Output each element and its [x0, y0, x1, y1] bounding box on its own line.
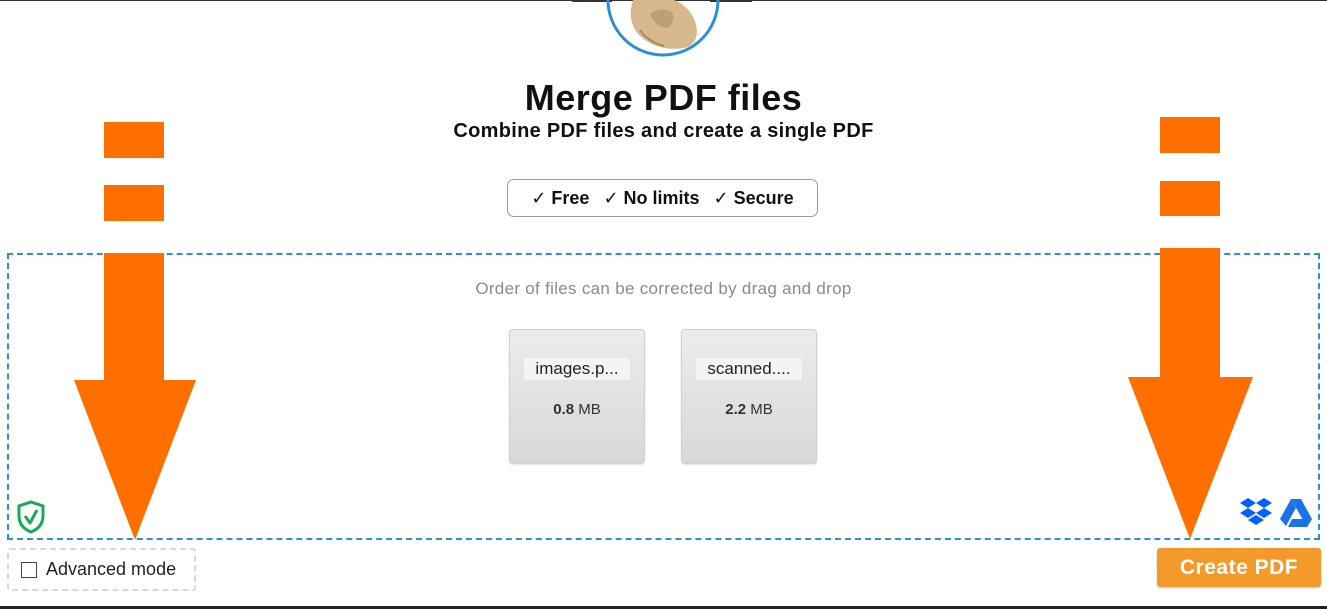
annotation-arrow-left	[74, 122, 196, 540]
page-title: Merge PDF files	[524, 77, 803, 118]
feature-no-limits: ✓ No limits	[603, 188, 699, 209]
check-icon: ✓	[713, 187, 729, 208]
create-pdf-button[interactable]: Create PDF	[1157, 548, 1321, 587]
advanced-mode-checkbox[interactable]	[21, 561, 37, 578]
feature-label: No limits	[623, 187, 700, 208]
feature-label: Free	[551, 187, 590, 208]
file-size-unit: MB	[578, 401, 601, 418]
feature-free: ✓ Free	[531, 188, 589, 209]
check-icon: ✓	[531, 187, 547, 208]
advanced-mode-label: Advanced mode	[46, 559, 177, 579]
file-size-unit: MB	[750, 401, 773, 418]
google-drive-icon[interactable]	[1279, 495, 1313, 529]
file-size: 0.8 MB	[510, 401, 644, 418]
file-card-scanned[interactable]: scanned.... 2.2 MB	[681, 329, 817, 464]
file-size-value: 0.8	[553, 401, 575, 418]
feature-label: Secure	[733, 187, 794, 208]
file-card-images[interactable]: images.p... 0.8 MB	[509, 329, 645, 464]
file-size-value: 2.2	[725, 401, 747, 418]
feature-secure: ✓ Secure	[714, 188, 794, 209]
file-name: scanned....	[696, 358, 802, 380]
file-size: 2.2 MB	[682, 401, 816, 418]
mascot-icon	[572, 0, 752, 57]
file-name: images.p...	[524, 358, 630, 380]
check-icon: ✓	[603, 187, 619, 208]
annotation-arrow-right	[1128, 117, 1253, 539]
shield-check-icon	[17, 500, 45, 534]
features-badge: ✓ Free ✓ No limits ✓ Secure	[507, 179, 818, 217]
advanced-mode-toggle[interactable]: Advanced mode	[7, 548, 196, 591]
